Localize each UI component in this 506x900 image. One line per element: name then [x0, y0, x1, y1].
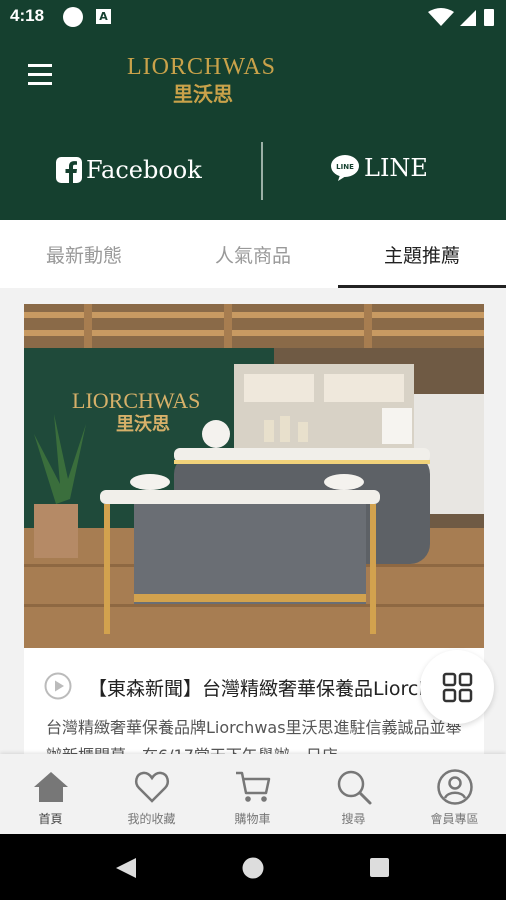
- brand-logo: LIORCHWAS 里沃思: [123, 52, 293, 106]
- nav-favorites-label: 我的收藏: [127, 812, 176, 826]
- nav-search-label: 搜尋: [341, 812, 366, 826]
- search-icon: [337, 770, 372, 805]
- facebook-button[interactable]: Facebook: [56, 154, 202, 186]
- app-header: LIORCHWAS 里沃思 Facebook LINE LINE: [0, 34, 506, 220]
- nav-favorites[interactable]: 我的收藏: [101, 754, 202, 834]
- nav-search[interactable]: 搜尋: [303, 754, 404, 834]
- article-title-row[interactable]: 【東森新聞】台灣精緻奢華保養品Liorchwas: [24, 650, 484, 720]
- wifi-icon: [428, 8, 454, 26]
- home-icon: [34, 772, 68, 802]
- tab-popular-products[interactable]: 人氣商品: [168, 220, 338, 288]
- line-icon: LINE: [331, 155, 359, 181]
- status-time: 4:18: [10, 6, 45, 25]
- battery-icon: [484, 9, 494, 26]
- article-card[interactable]: LIORCHWAS 里沃思 【東森新聞】台灣精緻奢華保養品Liorchwas 台…: [24, 304, 484, 765]
- status-bar: 4:18 A: [0, 0, 506, 34]
- active-tab-indicator: [338, 285, 506, 288]
- line-label: LINE: [364, 154, 428, 182]
- nav-member-label: 會員專區: [430, 812, 479, 826]
- nav-cart-label: 購物車: [234, 812, 271, 826]
- play-icon[interactable]: [44, 672, 72, 700]
- recents-icon: [370, 858, 389, 877]
- photo-brand-text: LIORCHWAS: [72, 388, 200, 413]
- grid-icon: [442, 672, 473, 703]
- facebook-icon: [56, 157, 82, 183]
- nav-home[interactable]: 首頁: [0, 754, 101, 834]
- home-button-icon: [242, 857, 264, 879]
- social-divider: [261, 142, 263, 200]
- store-photo: LIORCHWAS 里沃思: [24, 304, 484, 648]
- nav-cart[interactable]: 購物車: [202, 754, 303, 834]
- logo-text: LIORCHWAS: [127, 54, 277, 80]
- tab-bar: 最新動態 人氣商品 主題推薦: [0, 220, 506, 288]
- logo-subtitle: 里沃思: [173, 82, 233, 106]
- line-badge-text: LINE: [336, 163, 354, 171]
- back-icon: [116, 858, 136, 878]
- signal-icon: [460, 10, 476, 26]
- bottom-navigation: 首頁 我的收藏 購物車 搜尋 會員專區: [0, 754, 506, 834]
- line-button[interactable]: LINE LINE: [330, 152, 428, 184]
- tab-latest-news[interactable]: 最新動態: [0, 220, 168, 288]
- notification-a-icon: A: [96, 9, 111, 24]
- article-title[interactable]: 【東森新聞】台灣精緻奢華保養品Liorchwas: [88, 674, 468, 701]
- nav-home-label: 首頁: [38, 812, 63, 826]
- heart-icon: [134, 771, 170, 803]
- system-nav-bar: [0, 834, 506, 900]
- nav-member[interactable]: 會員專區: [404, 754, 505, 834]
- grid-view-button[interactable]: [420, 650, 494, 724]
- status-icons: [428, 8, 494, 26]
- photo-brand-sub: 里沃思: [116, 413, 170, 435]
- tab-featured-topics[interactable]: 主題推薦: [338, 220, 506, 288]
- user-icon: [437, 769, 473, 805]
- article-image[interactable]: LIORCHWAS 里沃思: [24, 304, 484, 648]
- notification-dot-icon: [63, 7, 83, 27]
- facebook-label: Facebook: [86, 156, 202, 184]
- menu-icon[interactable]: [28, 64, 54, 86]
- cart-icon: [236, 771, 271, 802]
